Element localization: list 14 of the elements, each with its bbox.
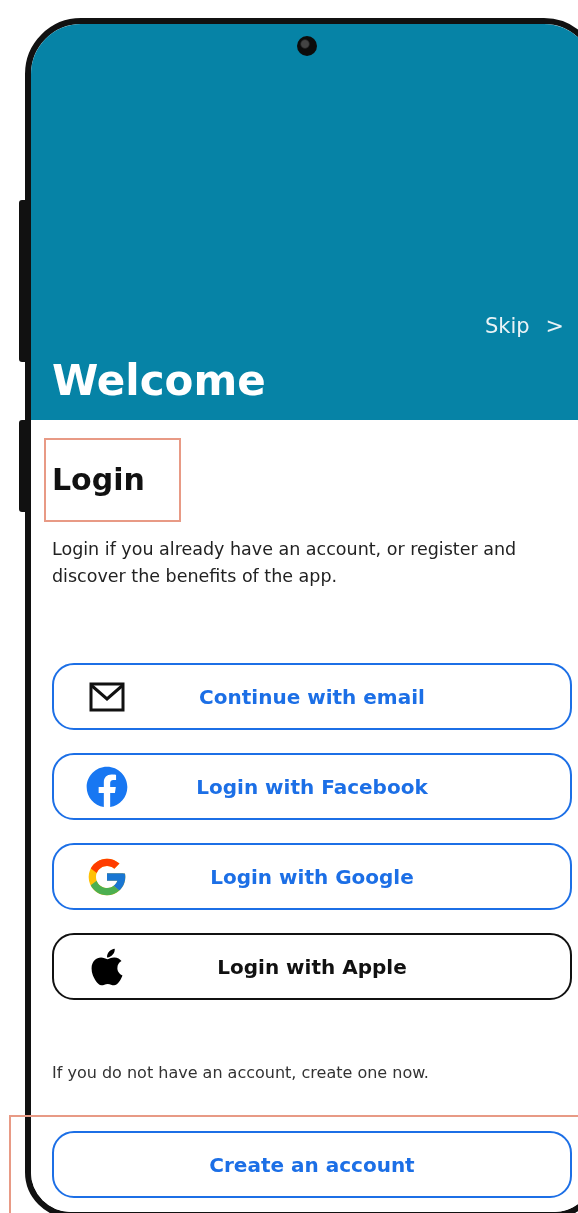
facebook-icon	[86, 765, 128, 808]
create-account-button[interactable]: Create an account	[52, 1131, 572, 1198]
envelope-icon	[89, 681, 125, 712]
register-hint: If you do not have an account, create one now.	[52, 1062, 430, 1084]
skip-arrow[interactable]: >	[545, 313, 564, 338]
welcome-title: Welcome	[52, 356, 267, 406]
login-option-button[interactable]: Login with Google	[52, 843, 572, 910]
skip-link[interactable]: Skip	[484, 313, 530, 338]
login-option-button[interactable]: Login with Facebook	[52, 753, 572, 820]
login-option-button[interactable]: Login with Apple	[52, 933, 572, 1000]
login-title: Login	[52, 462, 146, 498]
login-description: Login if you already have an account, or register and discover the benefits of the app.	[52, 538, 518, 588]
login-option-button[interactable]: Continue with email	[52, 663, 572, 730]
camera-icon	[297, 36, 317, 56]
